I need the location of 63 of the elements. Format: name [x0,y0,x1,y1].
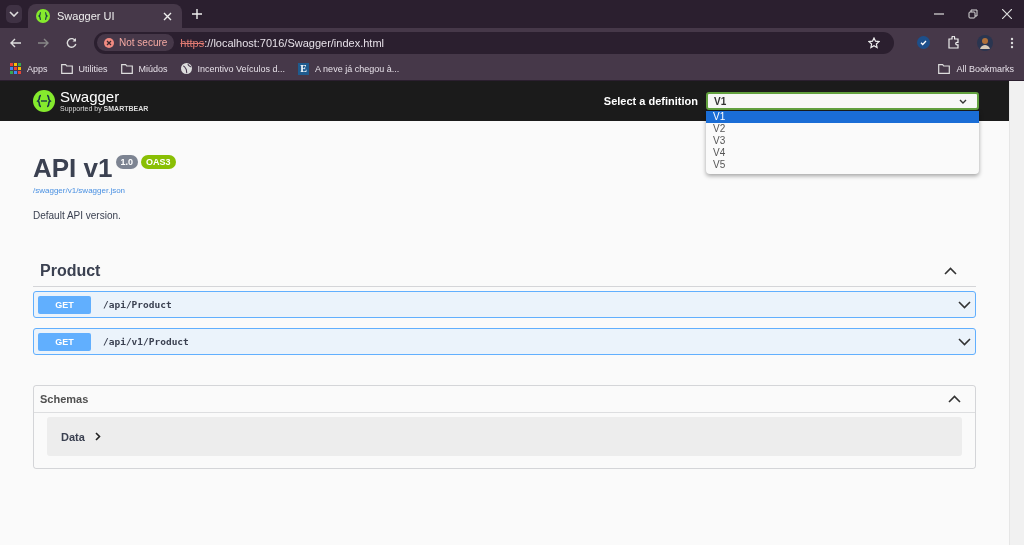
chevron-icon [958,337,971,346]
caret-icon [959,98,967,104]
puzzle-icon[interactable] [947,36,960,49]
operation-path: /api/v1/Product [103,336,190,347]
address-bar[interactable]: Not secure https://localhost:7016/Swagger/index.html [94,31,894,54]
avatar-icon[interactable] [977,34,993,51]
all-bookmarks-item[interactable]: All Bookmarks [938,63,1014,74]
bookmark-item[interactable]: E A neve já chegou à... [298,62,400,75]
bookmark-item[interactable]: Miúdos [120,63,168,74]
dropdown-option[interactable]: V5 [706,159,979,171]
globe-icon [180,63,192,74]
model-row[interactable]: Data [47,417,962,456]
tab-search-button[interactable] [6,5,22,23]
star-icon[interactable] [868,36,880,49]
browser-tab[interactable]: Swagger UI [28,4,182,28]
dropdown-option[interactable]: V2 [706,123,979,135]
definition-label: Select a definition [603,95,698,107]
method-badge: GET [38,295,91,314]
warning-icon [104,37,114,48]
operation-path: /api/Product [103,299,173,310]
dropdown-option[interactable]: V1 [706,111,979,123]
folder-icon [120,63,133,74]
folder-icon [60,63,73,74]
bookmark-item[interactable]: Utilities [60,63,108,74]
tab-title: Swagger UI [57,10,116,22]
reload-icon[interactable] [66,37,77,48]
method-badge: GET [38,332,91,351]
apps-grid-icon [10,63,21,74]
restore-icon[interactable] [968,9,978,19]
bookmark-item[interactable]: Incentivo Veículos d... [180,63,286,74]
swagger-logo-icon [36,9,50,23]
close-icon[interactable] [163,11,172,21]
schemas-title: Schemas [40,393,89,405]
site-letter-icon: E [298,62,310,75]
bookmark-item[interactable]: Apps [10,63,48,74]
close-icon[interactable] [1002,9,1012,19]
chevron-icon[interactable] [948,395,961,403]
dropdown-option[interactable]: V4 [706,147,979,159]
dropdown-option[interactable]: V3 [706,135,979,147]
tag-header[interactable]: Product [33,256,976,287]
definition-select[interactable]: V1 [706,92,979,110]
swagger-logo-icon [33,90,55,112]
brand-name: Swagger [60,89,120,105]
chevron-icon [958,300,971,309]
model-name: Data [61,430,85,443]
operation-row[interactable]: GET /api/Product [33,291,976,318]
api-title: API v1 [33,153,113,183]
oas-badge: OAS3 [141,155,176,169]
version-badge: 1.0 [115,155,138,169]
new-tab-icon[interactable] [192,9,202,19]
url-text: https://localhost:7016/Swagger/index.html [180,36,384,49]
api-description: Default API version. [33,210,122,221]
folder-icon [938,63,951,74]
scrollbar[interactable] [1009,81,1024,545]
menu-icon[interactable] [1010,36,1014,49]
tag-name: Product [40,262,101,280]
check-badge-icon[interactable] [917,36,930,49]
chevron-icon [94,432,101,441]
forward-icon[interactable] [38,37,49,48]
caret-icon [9,11,19,17]
operation-row[interactable]: GET /api/v1/Product [33,328,976,355]
back-icon[interactable] [10,37,21,48]
security-chip[interactable]: Not secure [97,34,175,51]
